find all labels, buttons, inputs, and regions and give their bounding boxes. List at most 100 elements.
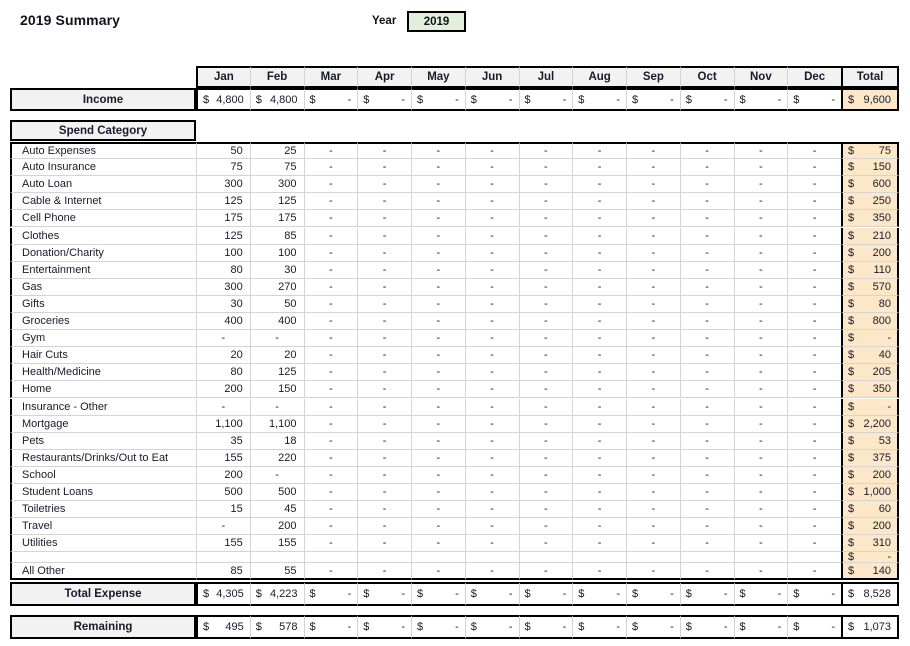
cell-travel-aug: - <box>572 518 626 536</box>
cell-mortgage-jan: 1,100 <box>196 415 250 433</box>
cell-insurance-other-jan: - <box>196 398 250 416</box>
cell-groceries-mar: - <box>303 313 358 331</box>
cell-value: - <box>831 620 835 633</box>
cell-value: - <box>455 620 459 633</box>
column-header-dec: Dec <box>787 66 841 88</box>
remaining-cell-jan: $495 <box>196 614 250 639</box>
total-cable-internet: $250 <box>841 193 899 211</box>
cell-gifts-dec: - <box>787 295 841 313</box>
cell-hair-cuts-sep: - <box>626 347 680 365</box>
cell-value: 53 <box>878 434 891 447</box>
cell-all-other-apr: - <box>357 563 411 581</box>
cell-value: 80 <box>878 297 891 310</box>
cell-mortgage-sep: - <box>626 415 680 433</box>
cell-blank-24-aug <box>572 552 626 564</box>
cell-hair-cuts-may: - <box>411 347 465 365</box>
cell-value: - <box>670 587 674 600</box>
cell-hair-cuts-aug: - <box>572 347 626 365</box>
year-input[interactable]: 2019 <box>407 11 466 32</box>
cell-cable-internet-sep: - <box>626 193 680 211</box>
cell-school-apr: - <box>357 466 411 484</box>
income-cell-jan: $4,800 <box>196 88 250 111</box>
cell-health-medicine-oct: - <box>679 364 734 382</box>
cell-auto-loan-oct: - <box>679 176 734 194</box>
cell-donation-charity-mar: - <box>303 244 358 262</box>
cell-entertainment-jul: - <box>518 261 573 279</box>
cell-school-oct: - <box>679 466 734 484</box>
cell-value: - <box>887 552 891 564</box>
cell-auto-expenses-nov: - <box>733 142 788 160</box>
column-header-mar: Mar <box>303 66 358 88</box>
cell-value: 350 <box>872 212 891 225</box>
income-cell-jul: $ - <box>518 88 573 111</box>
cell-home-nov: - <box>733 381 788 399</box>
cell-gifts-mar: - <box>303 295 358 313</box>
remaining-cell-sep: $ - <box>626 614 680 639</box>
cell-groceries-aug: - <box>572 313 626 331</box>
cell-entertainment-aug: - <box>572 261 626 279</box>
category-label-gifts: Gifts <box>10 295 196 313</box>
cell-gym-may: - <box>411 330 465 348</box>
cell-value: 375 <box>872 451 891 464</box>
total-clothes: $210 <box>841 227 899 245</box>
cell-travel-jul: - <box>518 518 573 536</box>
income-cell-apr: $ - <box>357 88 411 111</box>
cell-clothes-jan: 125 <box>196 227 250 245</box>
cell-mortgage-jun: - <box>464 415 519 433</box>
cell-student-loans-jun: - <box>464 484 519 502</box>
cell-donation-charity-oct: - <box>679 244 734 262</box>
cell-entertainment-sep: - <box>626 261 680 279</box>
category-label-donation-charity: Donation/Charity <box>10 244 196 262</box>
cell-pets-may: - <box>411 432 465 450</box>
cell-toiletries-nov: - <box>733 501 788 519</box>
category-label-cable-internet: Cable & Internet <box>10 193 196 211</box>
total-travel: $200 <box>841 518 899 536</box>
cell-value: 4,223 <box>269 587 298 600</box>
cell-school-jun: - <box>464 466 519 484</box>
cell-cell-phone-mar: - <box>303 210 358 228</box>
total-expense-cell-may: $ - <box>411 581 465 606</box>
total-expense-cell-feb: $4,223 <box>249 581 304 606</box>
cell-student-loans-may: - <box>411 484 465 502</box>
cell-home-apr: - <box>357 381 411 399</box>
cell-health-medicine-feb: 125 <box>249 364 304 382</box>
total-gifts: $80 <box>841 295 899 313</box>
cell-value: 495 <box>225 620 244 633</box>
cell-entertainment-nov: - <box>733 261 788 279</box>
cell-groceries-jul: - <box>518 313 573 331</box>
cell-toiletries-apr: - <box>357 501 411 519</box>
total-pets: $53 <box>841 432 899 450</box>
category-label-toiletries: Toiletries <box>10 501 196 519</box>
total-expense-cell-jun: $ - <box>464 581 519 606</box>
income-cell-dec: $ - <box>787 88 841 111</box>
cell-restaurants-drinks-out-to-eat-apr: - <box>357 449 411 467</box>
cell-value: - <box>455 93 459 106</box>
cell-gifts-oct: - <box>679 295 734 313</box>
cell-gas-nov: - <box>733 278 788 296</box>
remaining-cell-mar: $ - <box>303 614 358 639</box>
cell-restaurants-drinks-out-to-eat-mar: - <box>303 449 358 467</box>
cell-student-loans-jul: - <box>518 484 573 502</box>
cell-cable-internet-dec: - <box>787 193 841 211</box>
cell-insurance-other-feb: - <box>249 398 304 416</box>
cell-health-medicine-jul: - <box>518 364 573 382</box>
cell-home-sep: - <box>626 381 680 399</box>
cell-pets-sep: - <box>626 432 680 450</box>
cell-cell-phone-jan: 175 <box>196 210 250 228</box>
cell-clothes-may: - <box>411 227 465 245</box>
total-all-other: $140 <box>841 563 899 581</box>
cell-toiletries-sep: - <box>626 501 680 519</box>
cell-value: 205 <box>872 366 891 379</box>
cell-toiletries-jan: 15 <box>196 501 250 519</box>
cell-school-dec: - <box>787 466 841 484</box>
cell-value: 150 <box>872 161 891 174</box>
cell-value: 2,200 <box>863 417 891 430</box>
cell-value: 200 <box>872 520 891 533</box>
category-label-restaurants-drinks-out-to-eat: Restaurants/Drinks/Out to Eat <box>10 449 196 467</box>
cell-insurance-other-jul: - <box>518 398 573 416</box>
remaining-cell-nov: $ - <box>733 614 788 639</box>
category-label-groceries: Groceries <box>10 313 196 331</box>
cell-gas-jul: - <box>518 278 573 296</box>
category-label-home: Home <box>10 381 196 399</box>
cell-travel-feb: 200 <box>249 518 304 536</box>
